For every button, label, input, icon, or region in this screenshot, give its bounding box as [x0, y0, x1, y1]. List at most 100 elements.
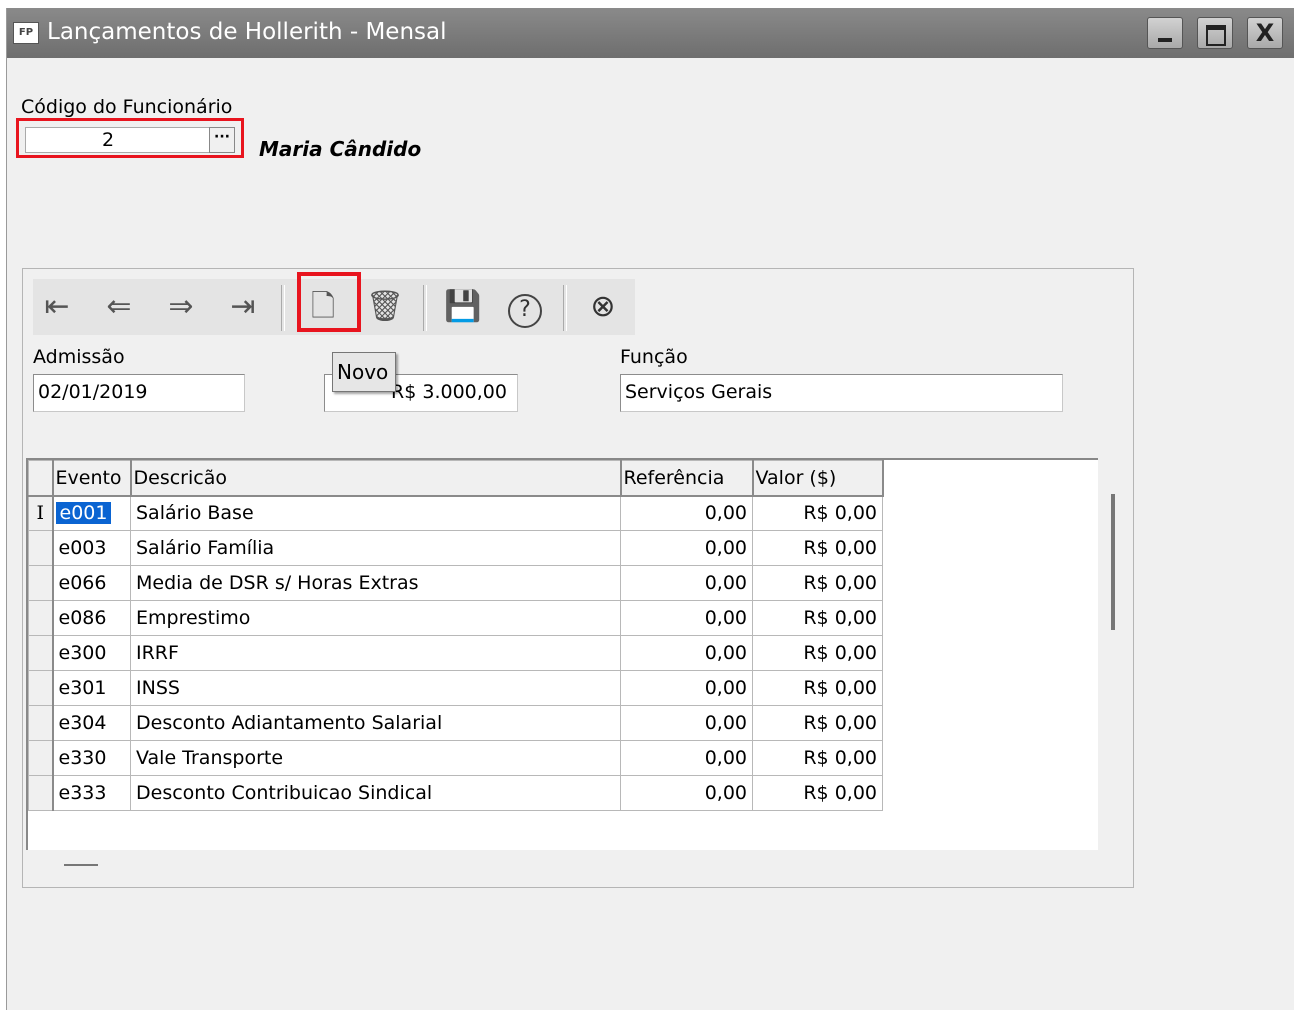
toolbar-separator	[423, 285, 427, 331]
window-title: Lançamentos de Hollerith - Mensal	[47, 19, 447, 45]
help-icon: ?	[508, 294, 542, 328]
first-record-button[interactable]: ⇤	[37, 287, 77, 327]
column-header-descricao[interactable]: Descricão	[130, 460, 622, 497]
next-record-icon: ⇒	[168, 289, 194, 324]
cell-descricao[interactable]: IRRF	[130, 635, 621, 671]
table-row[interactable]: e300 IRRF 0,00 R$ 0,00	[28, 635, 883, 671]
cell-referencia[interactable]: 0,00	[620, 670, 753, 706]
column-header-evento[interactable]: Evento	[52, 460, 132, 497]
column-header-valor[interactable]: Valor ($)	[752, 460, 884, 497]
cell-valor[interactable]: R$ 0,00	[752, 670, 883, 706]
table-row[interactable]: e086 Emprestimo 0,00 R$ 0,00	[28, 600, 883, 636]
maximize-icon	[1198, 18, 1232, 48]
maximize-button[interactable]	[1197, 17, 1233, 49]
cancel-icon: ⊗	[590, 289, 616, 324]
help-button[interactable]: ?	[505, 287, 545, 328]
selected-cell-text: e001	[55, 502, 112, 525]
new-button-highlight	[297, 272, 361, 332]
cell-descricao[interactable]: Salário Família	[130, 530, 621, 566]
cell-referencia[interactable]: 0,00	[620, 705, 753, 741]
employee-lookup-button[interactable]: ···	[209, 127, 235, 153]
cell-valor[interactable]: R$ 0,00	[752, 495, 883, 531]
table-header-row: Evento Descricão Referência Valor ($)	[28, 460, 884, 497]
row-indicator	[28, 705, 54, 741]
trash-icon: 🗑	[365, 289, 405, 324]
cell-valor[interactable]: R$ 0,00	[752, 775, 883, 811]
admissao-field[interactable]: 02/01/2019	[33, 374, 245, 412]
row-indicator	[28, 600, 54, 636]
delete-record-button[interactable]: 🗑	[365, 287, 405, 327]
row-indicator	[28, 775, 54, 811]
table-row[interactable]: e333 Desconto Contribuicao Sindical 0,00 R$…	[28, 775, 883, 811]
funcao-label: Função	[620, 346, 688, 368]
cell-referencia[interactable]: 0,00	[620, 635, 753, 671]
cell-valor[interactable]: R$ 0,00	[752, 635, 883, 671]
last-record-button[interactable]: ⇥	[223, 287, 263, 327]
table-row[interactable]: e301 INSS 0,00 R$ 0,00	[28, 670, 883, 706]
novo-tooltip: Novo	[332, 352, 396, 392]
cell-evento[interactable]: e086	[52, 600, 131, 636]
cell-valor[interactable]: R$ 0,00	[752, 565, 883, 601]
cell-referencia[interactable]: 0,00	[620, 565, 753, 601]
grid-footer-dash	[64, 864, 98, 866]
admissao-label: Admissão	[33, 346, 125, 368]
cell-evento[interactable]: e066	[52, 565, 131, 601]
cell-valor[interactable]: R$ 0,00	[752, 705, 883, 741]
row-indicator	[28, 670, 54, 706]
row-indicator	[28, 740, 54, 776]
row-indicator	[28, 635, 54, 671]
cell-descricao[interactable]: Vale Transporte	[130, 740, 621, 776]
last-record-icon: ⇥	[230, 289, 256, 324]
cell-referencia[interactable]: 0,00	[620, 530, 753, 566]
cell-referencia[interactable]: 0,00	[620, 600, 753, 636]
table-row[interactable]: e330 Vale Transporte 0,00 R$ 0,00	[28, 740, 883, 776]
cell-referencia[interactable]: 0,00	[620, 740, 753, 776]
employee-code-input[interactable]: 2	[25, 127, 211, 153]
table-row[interactable]: e003 Salário Família 0,00 R$ 0,00	[28, 530, 883, 566]
minimize-button[interactable]	[1147, 17, 1183, 49]
next-record-button[interactable]: ⇒	[161, 287, 201, 327]
cell-valor[interactable]: R$ 0,00	[752, 530, 883, 566]
row-indicator	[28, 565, 54, 601]
cell-evento[interactable]: e333	[52, 775, 131, 811]
cell-descricao[interactable]: Emprestimo	[130, 600, 621, 636]
cell-evento[interactable]: e003	[52, 530, 131, 566]
toolbar-separator	[281, 285, 285, 331]
table-row[interactable]: Ie001 Salário Base 0,00 R$ 0,00	[28, 495, 883, 531]
cell-valor[interactable]: R$ 0,00	[752, 740, 883, 776]
cell-evento[interactable]: e330	[52, 740, 131, 776]
cell-descricao[interactable]: INSS	[130, 670, 621, 706]
save-record-button[interactable]: 💾	[443, 287, 483, 327]
save-icon: 💾	[444, 289, 482, 324]
table-row[interactable]: e066 Media de DSR s/ Horas Extras 0,00 R$ 0…	[28, 565, 883, 601]
row-indicator: I	[28, 495, 54, 531]
toolbar-separator	[563, 285, 567, 331]
cell-evento[interactable]: e301	[52, 670, 131, 706]
row-indicator-header	[28, 460, 54, 497]
employee-code-label: Código do Funcionário	[21, 96, 233, 118]
previous-record-icon: ⇐	[106, 289, 132, 324]
grid-footer	[28, 850, 1096, 886]
row-indicator	[28, 530, 54, 566]
cell-valor[interactable]: R$ 0,00	[752, 600, 883, 636]
cell-referencia[interactable]: 0,00	[620, 775, 753, 811]
cell-descricao[interactable]: Salário Base	[130, 495, 621, 531]
funcao-field[interactable]: Serviços Gerais	[620, 374, 1063, 412]
app-icon: FP	[13, 22, 39, 44]
title-bar[interactable]: FP Lançamentos de Hollerith - Mensal X	[7, 8, 1294, 58]
cancel-button[interactable]: ⊗	[583, 287, 623, 327]
cell-evento[interactable]: e001	[52, 495, 131, 531]
column-header-referencia[interactable]: Referência	[620, 460, 754, 497]
cell-descricao[interactable]: Media de DSR s/ Horas Extras	[130, 565, 621, 601]
close-icon: X	[1255, 19, 1275, 47]
cell-descricao[interactable]: Desconto Adiantamento Salarial	[130, 705, 621, 741]
cell-descricao[interactable]: Desconto Contribuicao Sindical	[130, 775, 621, 811]
events-table: Evento Descricão Referência Valor ($) Ie…	[28, 460, 884, 811]
grid-vertical-scrollbar[interactable]	[1111, 494, 1115, 630]
cell-evento[interactable]: e300	[52, 635, 131, 671]
close-window-button[interactable]: X	[1247, 17, 1283, 49]
previous-record-button[interactable]: ⇐	[99, 287, 139, 327]
cell-evento[interactable]: e304	[52, 705, 131, 741]
table-row[interactable]: e304 Desconto Adiantamento Salarial 0,00 R$…	[28, 705, 883, 741]
cell-referencia[interactable]: 0,00	[620, 495, 753, 531]
